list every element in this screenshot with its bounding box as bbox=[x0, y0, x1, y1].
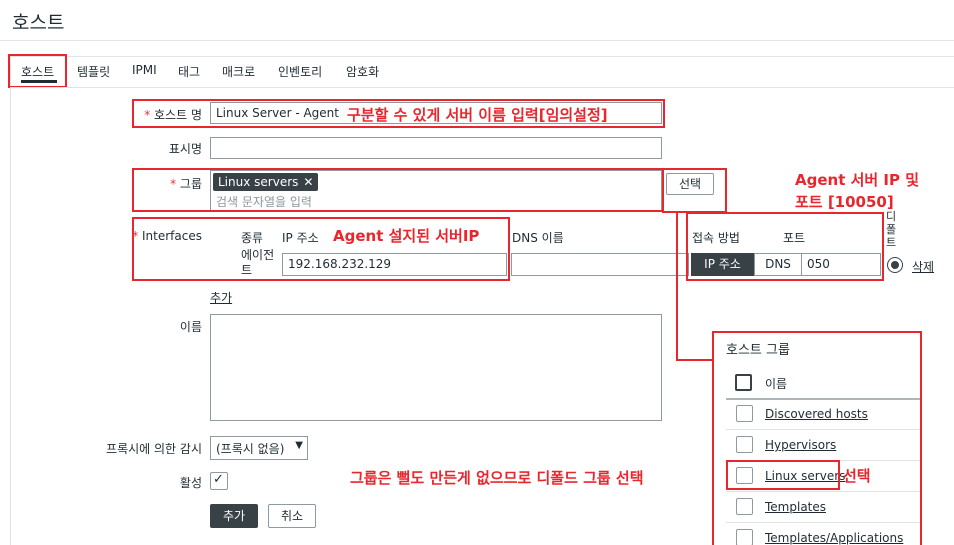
connector-horizontal bbox=[676, 359, 713, 361]
check-icon: ✓ bbox=[213, 472, 224, 487]
highlight-interfaces bbox=[132, 217, 510, 281]
tab-tags[interactable]: 태그 bbox=[178, 63, 200, 80]
col-default-header: 디폴트 bbox=[886, 210, 897, 249]
highlight-group bbox=[132, 168, 664, 212]
group-checkbox-templates[interactable] bbox=[736, 498, 753, 515]
default-radio[interactable] bbox=[887, 257, 903, 273]
annotation-host-name: 구분할 수 있게 서버 이름 입력[임의설정] bbox=[347, 106, 608, 124]
display-name-input[interactable] bbox=[210, 137, 662, 159]
description-label: 이름 bbox=[179, 320, 202, 334]
proxy-select[interactable]: (프록시 없음) ▼ bbox=[210, 436, 308, 460]
group-item-discovered-hosts[interactable]: Discovered hosts bbox=[765, 407, 868, 421]
chevron-down-icon: ▼ bbox=[295, 440, 303, 451]
group-item-hypervisors[interactable]: Hypervisors bbox=[765, 438, 836, 452]
annotation-group-note: 그룹은 뻘도 만든게 없으므로 디폴드 그룹 선택 bbox=[350, 469, 644, 487]
annotation-agent-ip-port-1: Agent 서버 IP 및 bbox=[795, 171, 920, 189]
enabled-checkbox[interactable]: ✓ bbox=[210, 472, 228, 490]
highlight-connect-port bbox=[686, 212, 884, 281]
annotation-agent-ip-port-2: 포트 [10050] bbox=[795, 193, 894, 211]
popup-sep bbox=[726, 429, 920, 430]
popup-sep bbox=[726, 522, 920, 523]
tab-templates[interactable]: 템플릿 bbox=[77, 63, 110, 80]
display-name-label: 표시명 bbox=[168, 142, 202, 156]
enabled-label: 활성 bbox=[179, 476, 202, 490]
popup-name-header: 이름 bbox=[765, 377, 788, 391]
radio-dot-icon bbox=[891, 261, 899, 269]
add-interface-link[interactable]: 추가 bbox=[210, 289, 232, 306]
iface-dns-input[interactable] bbox=[511, 253, 689, 276]
annotation-select: 선택 bbox=[843, 467, 871, 485]
add-host-button[interactable]: 추가 bbox=[210, 504, 258, 528]
group-item-templates[interactable]: Templates bbox=[765, 500, 826, 514]
tab-inventory[interactable]: 인벤토리 bbox=[278, 63, 322, 80]
page-title: 호스트 bbox=[12, 12, 65, 34]
proxy-label: 프록시에 의한 감시 bbox=[106, 442, 202, 456]
group-checkbox-discovered[interactable] bbox=[736, 405, 753, 422]
connector-vertical bbox=[676, 212, 678, 361]
description-textarea[interactable] bbox=[210, 314, 662, 421]
remove-interface-link[interactable]: 삭제 bbox=[912, 258, 934, 275]
highlight-select-button bbox=[662, 168, 727, 213]
select-all-checkbox[interactable] bbox=[735, 374, 752, 391]
tab-macros[interactable]: 매크로 bbox=[222, 63, 255, 80]
popup-title: 호스트 그룹 bbox=[726, 343, 790, 358]
col-dns-header: DNS 이름 bbox=[512, 231, 564, 245]
popup-sep bbox=[726, 491, 920, 492]
tab-divider bbox=[10, 87, 954, 88]
cancel-button[interactable]: 취소 bbox=[268, 504, 316, 528]
group-checkbox-hypervisors[interactable] bbox=[736, 436, 753, 453]
group-item-templates-applications[interactable]: Templates/Applications bbox=[765, 531, 903, 545]
title-divider bbox=[0, 40, 954, 41]
tab-ipmi[interactable]: IPMI bbox=[132, 63, 157, 77]
popup-header-sep bbox=[726, 398, 920, 400]
group-checkbox-templates-apps[interactable] bbox=[736, 529, 753, 545]
highlight-tab-host bbox=[8, 54, 67, 88]
tab-encryption[interactable]: 암호화 bbox=[346, 63, 379, 80]
highlight-linux-servers bbox=[726, 460, 840, 490]
